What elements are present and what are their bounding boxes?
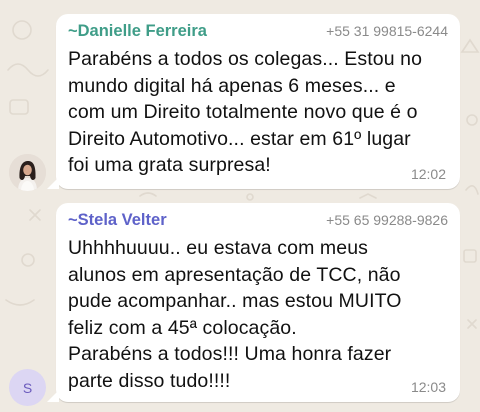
message-bubble-stela[interactable]: ~Stela Velter +55 65 99288-9826 Uhhhhuuu… (47, 203, 460, 402)
profile-photo-icon (9, 154, 46, 191)
message-time: 12:02 (410, 166, 446, 182)
message-text: Parabéns a todos os colegas... Estou no … (68, 48, 423, 176)
sender-name[interactable]: ~Danielle Ferreira (68, 22, 207, 41)
bubble-tail (47, 390, 59, 402)
message-header: ~Danielle Ferreira +55 31 99815-6244 (68, 22, 448, 42)
sender-label: Stela Velter (77, 211, 167, 229)
sender-prefix: ~ (68, 211, 78, 229)
message-header: ~Stela Velter +55 65 99288-9826 (68, 211, 448, 231)
message-text: Uhhhhuuuu.. eu estava com meus alunos em… (68, 237, 402, 392)
message-bubble-danielle[interactable]: ~Danielle Ferreira +55 31 99815-6244 Par… (47, 14, 460, 189)
avatar-initial: S (22, 379, 33, 396)
sender-label: Danielle Ferreira (77, 22, 207, 40)
sender-phone: +55 31 99815-6244 (326, 23, 448, 39)
message-time: 12:03 (410, 379, 446, 395)
sender-name[interactable]: ~Stela Velter (68, 211, 167, 230)
sender-phone: +55 65 99288-9826 (326, 212, 448, 228)
avatar-danielle-ferreira[interactable] (9, 154, 46, 191)
bubble-tail (47, 177, 59, 189)
avatar-stela-velter[interactable]: S (9, 369, 46, 406)
sender-prefix: ~ (68, 22, 78, 40)
